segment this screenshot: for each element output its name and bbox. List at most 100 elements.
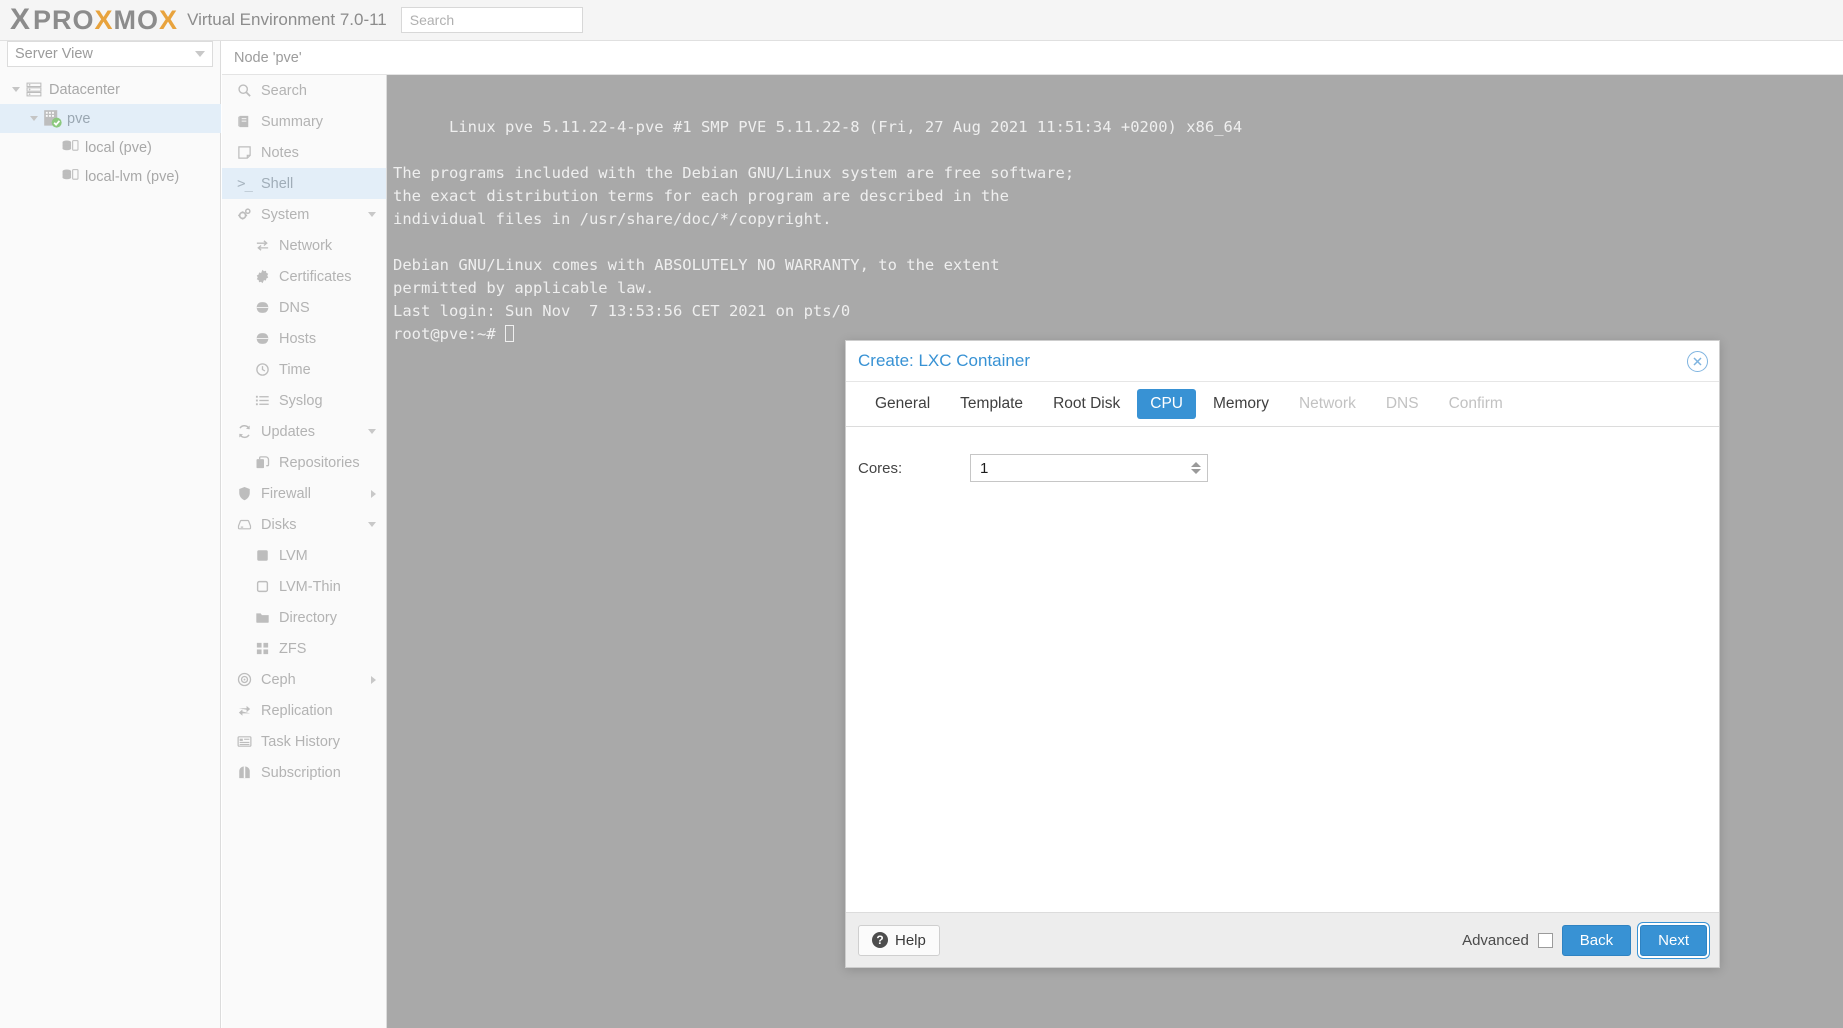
lvm-icon [252, 548, 273, 563]
nav-item-label: Hosts [279, 330, 317, 347]
nav-item-notes[interactable]: Notes [222, 137, 386, 168]
list-icon [252, 393, 273, 408]
cores-row: Cores: 1 [846, 454, 1719, 482]
search-icon [234, 83, 255, 98]
tab-template[interactable]: Template [947, 389, 1036, 418]
nav-item-disks[interactable]: Disks [222, 509, 386, 540]
nav-item-syslog[interactable]: Syslog [222, 385, 386, 416]
tree-expander-icon[interactable] [26, 116, 41, 121]
logo-mo-text: MO [113, 4, 160, 35]
nav-item-label: Task History [261, 733, 340, 750]
tree-item-pve[interactable]: pve [0, 104, 221, 133]
view-selector[interactable]: Server View [7, 41, 213, 67]
logo-x-mid-text: X [94, 4, 114, 35]
cores-value: 1 [980, 459, 989, 477]
nav-item-zfs[interactable]: ZFS [222, 633, 386, 664]
terminal-cursor [504, 325, 514, 342]
stepper-arrows-icon[interactable] [1191, 462, 1201, 474]
nav-item-subscription[interactable]: Subscription [222, 757, 386, 788]
nav-item-label: Ceph [261, 671, 296, 688]
nav-item-label: Network [279, 237, 333, 254]
nav-item-system[interactable]: System [222, 199, 386, 230]
nav-item-label: DNS [279, 299, 310, 316]
search-input[interactable]: Search [400, 7, 583, 33]
shell-icon: >_ [237, 175, 253, 192]
chevron-down-icon[interactable] [368, 212, 376, 217]
nav-item-certificates[interactable]: Certificates [222, 261, 386, 292]
nav-item-label: Repositories [279, 454, 360, 471]
top-header: X PRO X MO X Virtual Environment 7.0-11 Sear… [0, 0, 1843, 41]
dialog-footer: ? Help Advanced Back Next [846, 912, 1719, 967]
tab-general[interactable]: General [862, 389, 943, 418]
resource-tree: Datacenter pve local (pve) local-lvm (pve) [0, 75, 221, 191]
nav-item-directory[interactable]: Directory [222, 602, 386, 633]
nav-item-ceph[interactable]: Ceph [222, 664, 386, 695]
nav-item-repositories[interactable]: Repositories [222, 447, 386, 478]
nav-item-network[interactable]: Network [222, 230, 386, 261]
folder-icon [252, 610, 273, 625]
tree-item-local-lvm-pve[interactable]: local-lvm (pve) [0, 162, 221, 191]
proxmox-app: X PRO X MO X Virtual Environment 7.0-11 Sear… [0, 0, 1843, 1028]
product-version-label: Virtual Environment 7.0-11 [187, 10, 387, 29]
nav-item-summary[interactable]: Summary [222, 106, 386, 137]
tree-item-datacenter[interactable]: Datacenter [0, 75, 221, 104]
cores-stepper[interactable]: 1 [970, 454, 1208, 482]
node-icon [41, 109, 63, 128]
back-button[interactable]: Back [1561, 924, 1632, 956]
tree-item-label: local (pve) [85, 139, 152, 156]
notes-icon [234, 145, 255, 160]
help-button-label: Help [895, 931, 926, 949]
nav-item-search[interactable]: Search [222, 75, 386, 106]
nav-item-replication[interactable]: Replication [222, 695, 386, 726]
nav-item-dns[interactable]: DNS [222, 292, 386, 323]
subscription-icon [234, 765, 255, 780]
nav-item-task-history[interactable]: Task History [222, 726, 386, 757]
footer-actions: Advanced Back Next [1462, 924, 1707, 956]
close-icon[interactable] [1687, 351, 1708, 372]
nav-item-label: Summary [261, 113, 324, 130]
cores-label: Cores: [858, 459, 903, 477]
nav-item-label: Disks [261, 516, 297, 533]
tab-root-disk[interactable]: Root Disk [1040, 389, 1133, 418]
dialog-title-bar: Create: LXC Container [846, 341, 1719, 382]
nav-item-lvm-thin[interactable]: LVM-Thin [222, 571, 386, 602]
dialog-tab-bar: General Template Root Disk CPU Memory Network… [846, 382, 1719, 427]
globe-icon [252, 300, 273, 315]
tab-network: Network [1298, 395, 1356, 413]
clock-icon [252, 362, 273, 377]
nav-item-lvm[interactable]: LVM [222, 540, 386, 571]
nav-item-label: Time [279, 361, 311, 378]
datacenter-icon [23, 81, 45, 98]
storage-icon [59, 139, 81, 156]
next-button[interactable]: Next [1640, 924, 1707, 956]
chevron-down-icon[interactable] [368, 429, 376, 434]
tree-expander-icon[interactable] [8, 87, 23, 92]
chevron-right-icon[interactable] [371, 489, 376, 498]
logo-x-end-text: X [159, 4, 179, 35]
logo-x-icon: X [10, 3, 32, 36]
nav-item-label: LVM-Thin [279, 578, 341, 595]
stepper-down-icon[interactable] [1191, 469, 1201, 474]
stepper-up-icon[interactable] [1191, 462, 1201, 467]
nav-item-shell[interactable]: >_ Shell [222, 168, 386, 199]
logo-pro-text: PRO [33, 4, 95, 35]
nav-item-updates[interactable]: Updates [222, 416, 386, 447]
nav-item-label: Replication [261, 702, 333, 719]
help-button[interactable]: ? Help [858, 924, 940, 956]
help-icon: ? [872, 932, 888, 948]
nav-item-firewall[interactable]: Firewall [222, 478, 386, 509]
nav-item-time[interactable]: Time [222, 354, 386, 385]
tab-memory[interactable]: Memory [1200, 389, 1282, 418]
tab-cpu[interactable]: CPU [1137, 389, 1196, 419]
chevron-right-icon[interactable] [371, 675, 376, 684]
chevron-down-icon[interactable] [368, 522, 376, 527]
advanced-checkbox[interactable] [1537, 932, 1553, 948]
refresh-icon [234, 424, 255, 439]
terminal-text: Linux pve 5.11.22-4-pve #1 SMP PVE 5.11.… [393, 118, 1243, 320]
ceph-icon [234, 672, 255, 687]
tree-item-local-pve[interactable]: local (pve) [0, 133, 221, 162]
nav-item-label: Firewall [261, 485, 311, 502]
advanced-label: Advanced [1462, 931, 1529, 949]
nav-item-hosts[interactable]: Hosts [222, 323, 386, 354]
task-history-icon [234, 734, 255, 749]
